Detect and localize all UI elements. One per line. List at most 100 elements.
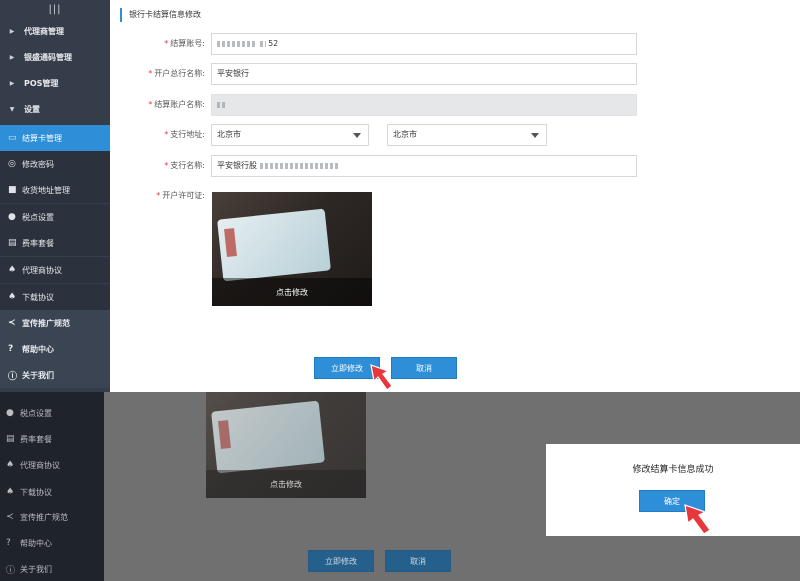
share-icon: ≺ — [8, 318, 16, 328]
sidebar-item-label: 关于我们 — [20, 564, 52, 574]
sidebar-item-address[interactable]: ■ 收货地址管理 — [0, 177, 110, 203]
sidebar-item-label: 结算卡管理 — [22, 133, 62, 143]
sidebar-item-agreement[interactable]: ♠ 代理商协议 — [0, 452, 104, 478]
hamburger-icon[interactable]: ||| — [0, 0, 110, 18]
sidebar-item-label: 费率套餐 — [20, 434, 52, 444]
page-title: 银行卡结算信息修改 — [120, 8, 201, 22]
info-icon: ⓘ — [8, 371, 18, 382]
chevron-right-icon: ▶ — [9, 27, 15, 35]
sidebar-item-label: 税点设置 — [20, 408, 52, 418]
masked-text — [217, 40, 257, 47]
fee-icon: ▤ — [8, 238, 17, 248]
tax-icon: ● — [8, 212, 16, 222]
sidebar-item-promo[interactable]: ≺ 宣传推广规范 — [0, 310, 110, 336]
license-label: * 开户许可证: — [156, 191, 205, 200]
sidebar-item-card[interactable]: ▭ 结算卡管理 — [0, 125, 110, 151]
sidebar-item-fee[interactable]: ▤ 费率套餐 — [0, 426, 104, 452]
fee-icon: ▤ — [6, 434, 15, 444]
sidebar-item-password[interactable]: ◎ 修改密码 — [0, 151, 110, 177]
license-photo[interactable]: 点击修改 — [212, 192, 372, 306]
city-value: 北京市 — [393, 130, 417, 139]
key-icon: ◎ — [8, 159, 16, 169]
label-text: 支行名称: — [170, 161, 205, 170]
sidebar-group-code[interactable]: ▶ 银盛通码管理 — [0, 44, 110, 70]
sidebar-item-download[interactable]: ♠ 下载协议 — [0, 479, 104, 505]
branch-address-label: * 支行地址: — [164, 130, 205, 139]
share-icon: ≺ — [6, 512, 14, 522]
sidebar-item-label: 帮助中心 — [22, 344, 54, 354]
sidebar-dimmed: ● 税点设置 ▤ 费率套餐 ♠ 代理商协议 ♠ 下载协议 ≺ 宣传推广规范 ? 帮助中心 ⓘ… — [0, 392, 104, 581]
truck-icon: ■ — [8, 185, 17, 195]
sidebar-item-label: 修改密码 — [22, 159, 54, 169]
sidebar-item-label: 税点设置 — [22, 212, 54, 222]
sidebar-item-label: 关于我们 — [22, 370, 54, 380]
sidebar-item-label: 收货地址管理 — [22, 185, 70, 195]
bottom-screenshot: ● 税点设置 ▤ 费率套餐 ♠ 代理商协议 ♠ 下载协议 ≺ 宣传推广规范 ? 帮助中心 ⓘ… — [0, 392, 800, 581]
sidebar-item-label: 宣传推广规范 — [20, 512, 68, 522]
sidebar-group-settings[interactable]: ▼ 设置 — [0, 96, 110, 122]
masked-text — [259, 40, 266, 47]
chevron-down-icon — [531, 133, 539, 138]
branch-name-field[interactable]: 平安银行股 — [211, 155, 637, 177]
main-content: 银行卡结算信息修改 * 结算账号: 52 * 开户总行名称: 平安银行 * 结算账户名… — [110, 0, 800, 392]
success-dialog: 修改结算卡信息成功 确定 — [546, 444, 800, 536]
sidebar-item-about[interactable]: ⓘ 关于我们 — [0, 362, 110, 388]
sidebar-item-help[interactable]: ? 帮助中心 — [0, 530, 104, 556]
sidebar-item-label: 代理商协议 — [22, 265, 62, 275]
cancel-button[interactable]: 取消 — [391, 357, 457, 379]
sidebar-item-label: 代理商协议 — [20, 460, 60, 470]
masked-text — [259, 162, 340, 169]
branch-name-value: 平安银行股 — [217, 161, 257, 170]
photo-edit-overlay: 点击修改 — [206, 470, 366, 498]
province-value: 北京市 — [217, 130, 241, 139]
account-holder-label: * 结算账户名称: — [148, 100, 205, 109]
sidebar-group-label: 银盛通码管理 — [24, 52, 72, 62]
sidebar-item-promo[interactable]: ≺ 宣传推广规范 — [0, 504, 104, 530]
sidebar-item-label: 帮助中心 — [20, 538, 52, 548]
sidebar-item-label: 宣传推广规范 — [22, 318, 70, 328]
bank-name-label: * 开户总行名称: — [148, 69, 205, 78]
photo-edit-text: 点击修改 — [270, 479, 302, 489]
bell-icon: ♠ — [6, 460, 15, 470]
label-text: 结算账户名称: — [154, 100, 205, 109]
sidebar-group-label: 设置 — [24, 104, 40, 114]
download-icon: ♠ — [6, 487, 15, 497]
sidebar-item-label: 下载协议 — [20, 487, 52, 497]
chevron-right-icon: ▶ — [9, 79, 15, 87]
label-text: 开户总行名称: — [154, 69, 205, 78]
submit-button-dimmed: 立即修改 — [308, 550, 374, 572]
account-holder-field — [211, 94, 637, 116]
bank-name-field[interactable]: 平安银行 — [211, 63, 637, 85]
cancel-button-dimmed: 取消 — [385, 550, 451, 572]
chevron-down-icon: ▼ — [9, 105, 15, 113]
label-text: 结算账号: — [170, 39, 205, 48]
sidebar-item-help[interactable]: ? 帮助中心 — [0, 336, 110, 362]
province-select[interactable]: 北京市 — [211, 124, 369, 146]
sidebar-group-agent[interactable]: ▶ 代理商管理 — [0, 18, 110, 44]
sidebar-item-fee[interactable]: ▤ 费率套餐 — [0, 230, 110, 256]
sidebar-item-agreement[interactable]: ♠ 代理商协议 — [0, 257, 110, 283]
account-number-suffix: 52 — [268, 39, 279, 48]
bell-icon: ♠ — [8, 265, 17, 275]
license-photo-dimmed: 点击修改 — [206, 392, 366, 498]
sidebar-group-label: 代理商管理 — [24, 26, 64, 36]
sidebar-group-label: POS管理 — [24, 78, 59, 88]
sidebar-item-about[interactable]: ⓘ 关于我们 — [0, 556, 104, 581]
card-icon: ▭ — [8, 133, 17, 143]
sidebar-item-download[interactable]: ♠ 下载协议 — [0, 284, 110, 310]
id-card-image — [217, 208, 331, 282]
sidebar-item-tax[interactable]: ● 税点设置 — [0, 400, 104, 426]
label-text: 支行地址: — [170, 130, 205, 139]
photo-edit-overlay[interactable]: 点击修改 — [212, 278, 372, 306]
help-icon: ? — [6, 538, 11, 548]
tax-icon: ● — [6, 408, 14, 418]
success-message: 修改结算卡信息成功 — [632, 465, 714, 475]
sidebar: ||| ▶ 代理商管理 ▶ 银盛通码管理 ▶ POS管理 ▼ 设置 ▭ 结算卡管… — [0, 0, 110, 392]
city-select[interactable]: 北京市 — [387, 124, 547, 146]
photo-edit-text: 点击修改 — [276, 287, 308, 297]
masked-text — [217, 101, 227, 108]
sidebar-item-tax[interactable]: ● 税点设置 — [0, 204, 110, 230]
account-number-field[interactable]: 52 — [211, 33, 637, 55]
sidebar-group-pos[interactable]: ▶ POS管理 — [0, 70, 110, 96]
top-screenshot: ||| ▶ 代理商管理 ▶ 银盛通码管理 ▶ POS管理 ▼ 设置 ▭ 结算卡管… — [0, 0, 800, 392]
